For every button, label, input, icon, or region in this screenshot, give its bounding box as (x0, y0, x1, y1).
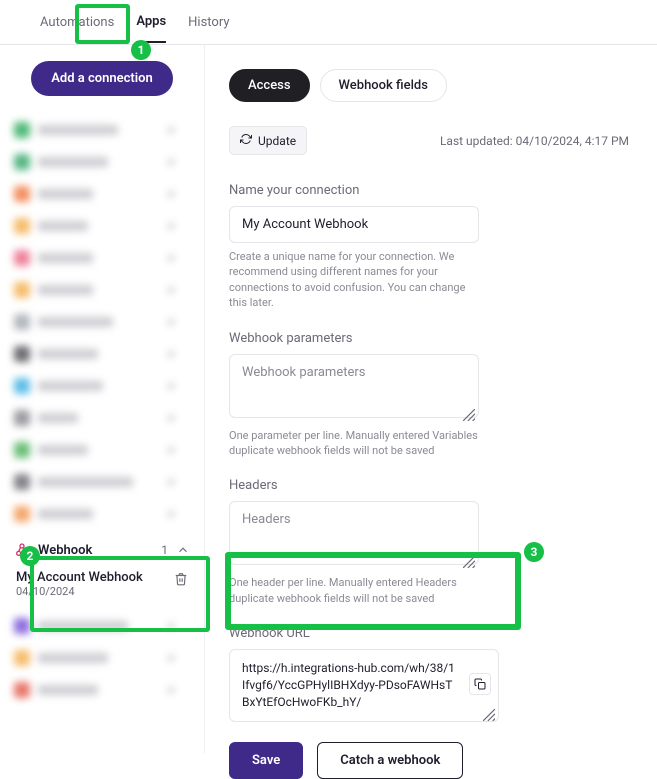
list-item (14, 642, 190, 674)
webhook-url-field[interactable]: https://h.integrations-hub.com/wh/38/1If… (229, 649, 499, 721)
webhook-url-label: Webhook URL (229, 626, 629, 641)
list-item (14, 114, 190, 146)
sidebar-webhook-count: 1 (161, 543, 168, 557)
sidebar-webhook-item-name: My Account Webhook (16, 570, 143, 585)
chevron-up-icon (176, 543, 190, 557)
connection-name-input[interactable] (229, 206, 479, 243)
sidebar-webhook-header[interactable]: Webhook 1 (14, 536, 190, 564)
list-item (14, 306, 190, 338)
tab-apps[interactable]: Apps (136, 2, 166, 43)
sidebar-webhook-item-date: 04/10/2024 (16, 585, 188, 598)
app-list-blurred-tail (0, 610, 204, 706)
webhook-icon (14, 542, 30, 558)
list-item (14, 242, 190, 274)
list-item (14, 274, 190, 306)
tab-automations[interactable]: Automations (40, 3, 114, 42)
sidebar-webhook-item[interactable]: My Account Webhook 04/10/2024 (14, 564, 190, 604)
top-tabbar: Automations Apps History (0, 0, 657, 45)
webhook-params-textarea[interactable] (229, 354, 479, 418)
list-item (14, 674, 190, 706)
webhook-params-label: Webhook parameters (229, 331, 629, 346)
connection-name-label: Name your connection (229, 183, 629, 198)
headers-hint: One header per line. Manually entered He… (229, 575, 479, 606)
copy-url-button[interactable] (469, 673, 491, 695)
tab-history[interactable]: History (188, 3, 229, 42)
list-item (14, 402, 190, 434)
list-item (14, 466, 190, 498)
webhook-params-hint: One parameter per line. Manually entered… (229, 428, 479, 459)
list-item (14, 498, 190, 530)
copy-icon (474, 675, 486, 694)
list-item (14, 434, 190, 466)
last-updated-text: Last updated: 04/10/2024, 4:17 PM (440, 134, 629, 148)
list-item (14, 370, 190, 402)
update-button[interactable]: Update (229, 126, 307, 155)
sidebar-webhook-title: Webhook (38, 543, 92, 558)
tab-webhook-fields[interactable]: Webhook fields (320, 69, 447, 102)
headers-label: Headers (229, 478, 629, 493)
app-list-blurred (0, 114, 204, 530)
resize-grip-icon (483, 706, 495, 718)
add-connection-button[interactable]: Add a connection (31, 61, 173, 96)
sidebar-webhook-group: Webhook 1 My Account Webhook 04/10/2024 (0, 536, 204, 604)
trash-icon[interactable] (174, 571, 188, 585)
save-button[interactable]: Save (229, 742, 303, 779)
list-item (14, 178, 190, 210)
headers-textarea[interactable] (229, 501, 479, 565)
tab-access[interactable]: Access (229, 69, 310, 102)
catch-webhook-button[interactable]: Catch a webhook (317, 742, 463, 779)
list-item (14, 210, 190, 242)
list-item (14, 146, 190, 178)
connection-name-hint: Create a unique name for your connection… (229, 249, 479, 311)
update-button-label: Update (258, 134, 296, 148)
list-item (14, 338, 190, 370)
sidebar: Add a connection Webhook 1 My Account We… (0, 45, 205, 753)
list-item (14, 610, 190, 642)
refresh-icon (240, 133, 252, 148)
main-panel: Access Webhook fields Update Last update… (205, 45, 657, 753)
